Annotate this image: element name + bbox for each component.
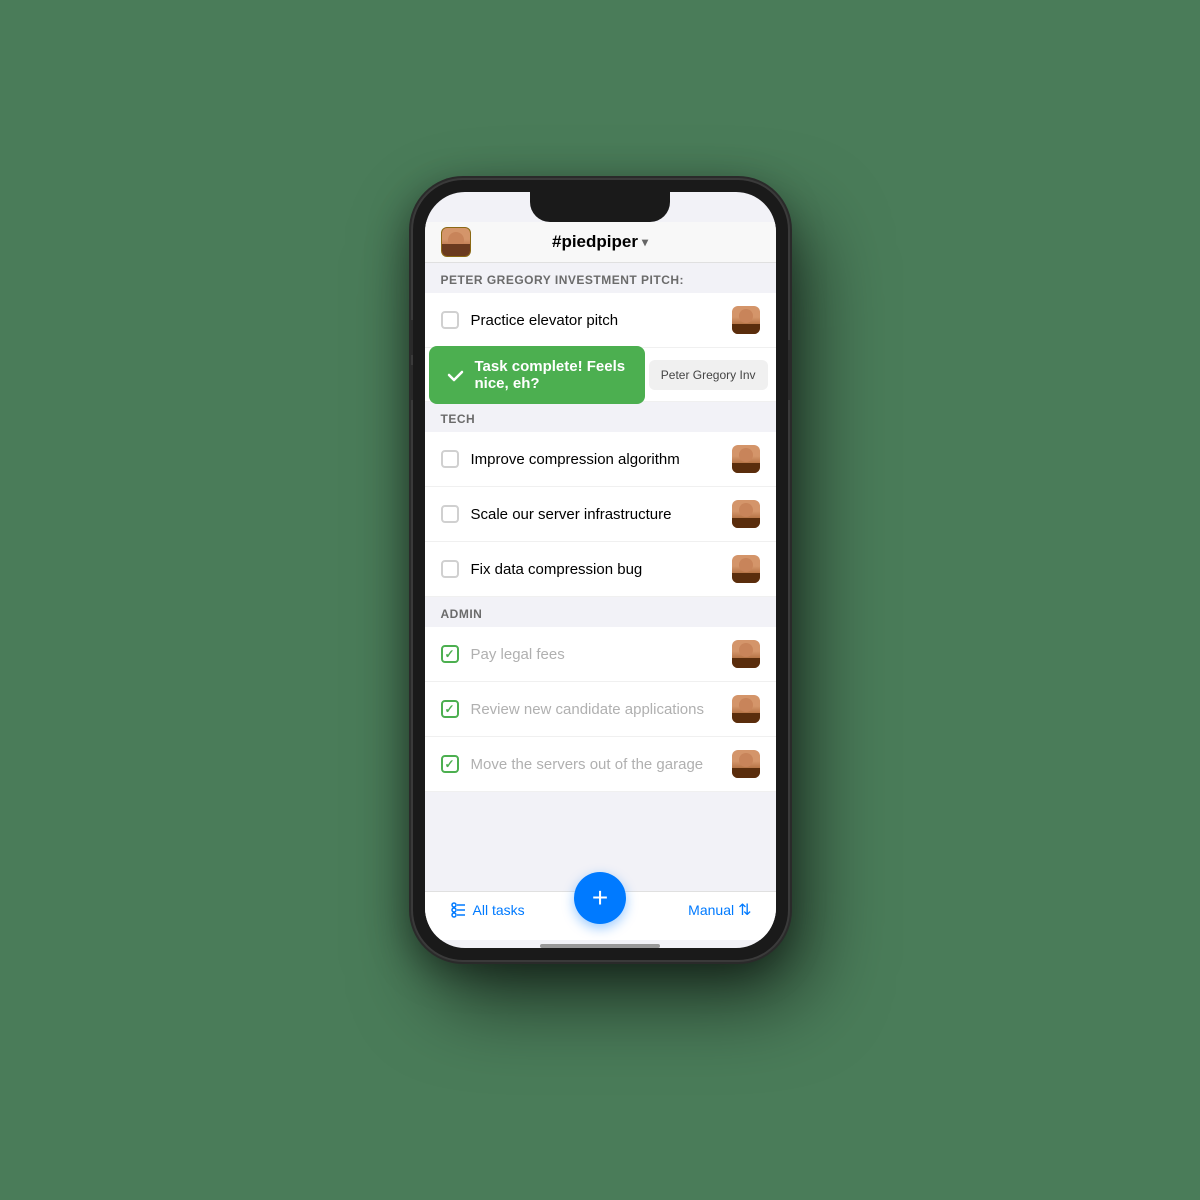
task-checkbox[interactable]: [441, 560, 459, 578]
toast-task-preview: Peter Gregory Inv: [649, 360, 768, 390]
app-content: #piedpiper ▾ PETER GREGORY INVESTMENT PI…: [425, 222, 776, 948]
task-text: Improve compression algorithm: [471, 451, 732, 468]
toast-message: Task complete! Feels nice, eh?: [475, 358, 629, 392]
workspace-title[interactable]: #piedpiper ▾: [552, 232, 648, 252]
task-list: PETER GREGORY INVESTMENT PITCH: Practice…: [425, 263, 776, 891]
task-assignee-avatar: [732, 640, 760, 668]
section-header-admin: ADMIN: [425, 597, 776, 627]
toast-content: Task complete! Feels nice, eh?: [429, 346, 645, 404]
task-checkbox[interactable]: [441, 450, 459, 468]
list-item[interactable]: Pay legal fees: [425, 627, 776, 682]
avatar[interactable]: [441, 227, 471, 257]
section-header-tech: TECH: [425, 402, 776, 432]
avatar-image: [732, 306, 760, 334]
list-item[interactable]: Improve compression algorithm: [425, 432, 776, 487]
bottom-bar: All tasks + Manual ⇅: [425, 891, 776, 940]
task-checkbox-checked[interactable]: [441, 700, 459, 718]
task-assignee-avatar: [732, 500, 760, 528]
checkmark-icon: [445, 363, 465, 387]
task-text: Fix data compression bug: [471, 561, 732, 578]
filter-icon: [449, 901, 467, 919]
avatar-image: [732, 695, 760, 723]
sort-label: Manual: [688, 902, 734, 918]
add-task-button[interactable]: +: [574, 872, 626, 924]
home-indicator: [540, 944, 660, 948]
task-assignee-avatar: [732, 445, 760, 473]
list-item[interactable]: Review new candidate applications: [425, 682, 776, 737]
section-header-pitch: PETER GREGORY INVESTMENT PITCH:: [425, 263, 776, 293]
avatar-image: [732, 640, 760, 668]
task-text: Scale our server infrastructure: [471, 506, 732, 523]
avatar-image: [732, 750, 760, 778]
task-assignee-avatar: [732, 750, 760, 778]
phone-wrapper: #piedpiper ▾ PETER GREGORY INVESTMENT PI…: [413, 180, 788, 960]
task-text: Pay legal fees: [471, 646, 732, 663]
task-checkbox[interactable]: [441, 311, 459, 329]
avatar-image: [732, 445, 760, 473]
task-text: Review new candidate applications: [471, 701, 732, 718]
avatar-image: [732, 500, 760, 528]
volume-up-button[interactable]: [409, 320, 413, 355]
task-assignee-avatar: [732, 555, 760, 583]
task-checkbox-checked[interactable]: [441, 755, 459, 773]
task-text: Move the servers out of the garage: [471, 756, 732, 773]
toast-notification: Task complete! Feels nice, eh? Peter Gre…: [425, 348, 776, 401]
list-item[interactable]: Fix data compression bug: [425, 542, 776, 597]
task-checkbox[interactable]: [441, 505, 459, 523]
power-button[interactable]: [788, 340, 792, 400]
all-tasks-button[interactable]: All tasks: [449, 901, 525, 919]
task-assignee-avatar: [732, 695, 760, 723]
task-text: Practice elevator pitch: [471, 312, 732, 329]
fab-plus-icon: +: [592, 882, 608, 914]
phone-screen: #piedpiper ▾ PETER GREGORY INVESTMENT PI…: [425, 192, 776, 948]
task-assignee-avatar: [732, 306, 760, 334]
chevron-down-icon: ▾: [642, 235, 648, 249]
list-item[interactable]: Move the servers out of the garage: [425, 737, 776, 792]
workspace-name: #piedpiper: [552, 232, 638, 252]
list-item[interactable]: Scale our server infrastructure: [425, 487, 776, 542]
all-tasks-label: All tasks: [473, 902, 525, 918]
avatar-face: [442, 228, 470, 256]
scene: #piedpiper ▾ PETER GREGORY INVESTMENT PI…: [0, 0, 1200, 1200]
volume-down-button[interactable]: [409, 365, 413, 400]
avatar-image: [732, 555, 760, 583]
task-checkbox-checked[interactable]: [441, 645, 459, 663]
notch: [530, 192, 670, 222]
list-item[interactable]: Practice elevator pitch: [425, 293, 776, 348]
sort-arrows-icon: ⇅: [738, 900, 751, 920]
toast-row: Task complete! Feels nice, eh? Peter Gre…: [425, 348, 776, 402]
app-header: #piedpiper ▾: [425, 222, 776, 263]
sort-button[interactable]: Manual ⇅: [688, 900, 751, 920]
